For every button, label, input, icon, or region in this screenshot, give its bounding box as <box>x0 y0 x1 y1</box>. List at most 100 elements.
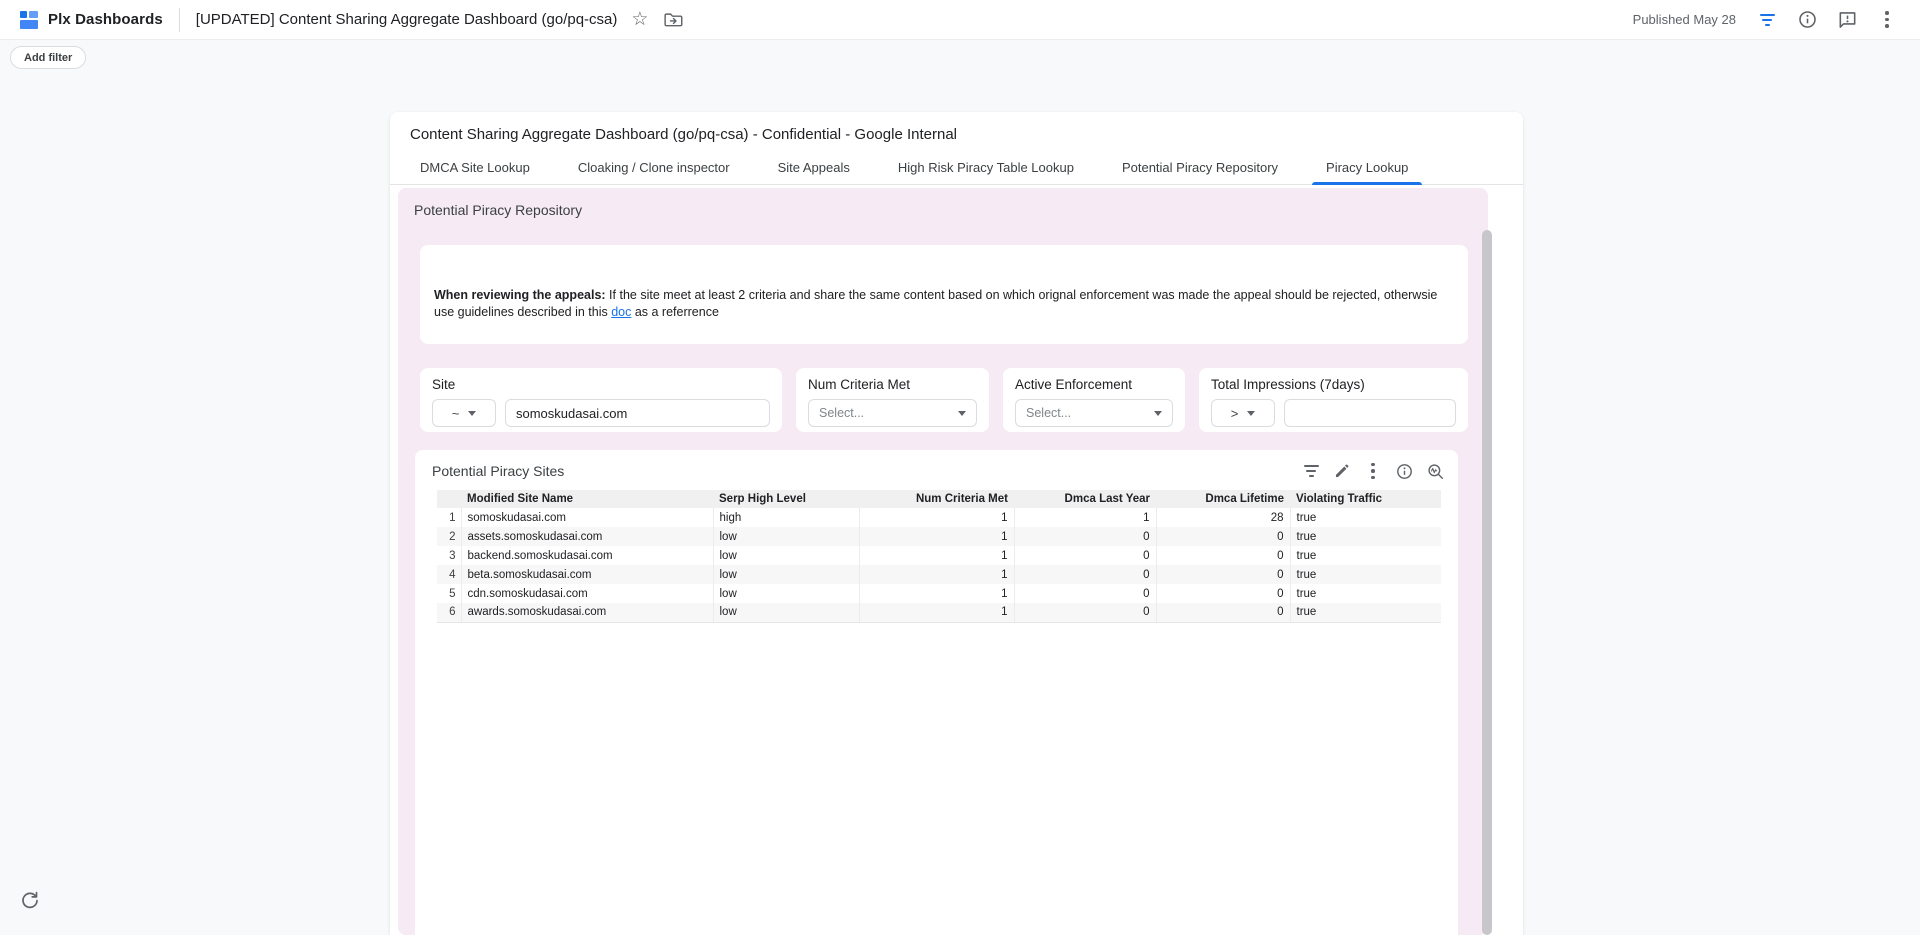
cell-violating-traffic: true <box>1290 565 1441 584</box>
cell-dmca-last-year: 0 <box>1014 546 1156 565</box>
num-criteria-filter-label: Num Criteria Met <box>808 377 977 392</box>
cell-site: awards.somoskudasai.com <box>461 603 713 622</box>
panel-scrollbar[interactable] <box>1482 230 1492 935</box>
site-operator-value: ~ <box>452 406 460 421</box>
row-number: 5 <box>437 584 461 603</box>
num-criteria-select[interactable]: Select... <box>808 399 977 427</box>
move-to-folder-icon[interactable] <box>660 7 686 33</box>
active-enforcement-select[interactable]: Select... <box>1015 399 1173 427</box>
cell-site: somoskudasai.com <box>461 508 713 527</box>
table-row: 3 backend.somoskudasai.com low 1 0 0 tru… <box>437 546 1441 565</box>
add-filter-button[interactable]: Add filter <box>10 46 86 69</box>
cell-dmca-last-year: 0 <box>1014 603 1156 622</box>
cell-dmca-lifetime: 0 <box>1156 603 1290 622</box>
cell-site: cdn.somoskudasai.com <box>461 584 713 603</box>
filter-card-num-criteria: Num Criteria Met Select... <box>796 368 989 432</box>
cell-dmca-lifetime: 0 <box>1156 565 1290 584</box>
table-more-options-icon[interactable] <box>1364 462 1382 480</box>
chevron-down-icon <box>1247 411 1255 416</box>
doc-link[interactable]: doc <box>611 305 631 319</box>
tab-site-appeals[interactable]: Site Appeals <box>754 153 874 184</box>
edit-icon[interactable] <box>1333 462 1351 480</box>
row-number: 4 <box>437 565 461 584</box>
site-operator-select[interactable]: ~ <box>432 399 496 427</box>
tab-potential-piracy-repository[interactable]: Potential Piracy Repository <box>1098 153 1302 184</box>
feedback-icon[interactable] <box>1834 7 1860 33</box>
table-title: Potential Piracy Sites <box>432 463 1302 479</box>
col-num-criteria-met: Num Criteria Met <box>859 490 1014 508</box>
table-row: 2 assets.somoskudasai.com low 1 0 0 true <box>437 527 1441 546</box>
plx-logo-icon <box>20 11 38 29</box>
cell-dmca-last-year: 1 <box>1014 508 1156 527</box>
site-filter-input[interactable] <box>505 399 770 427</box>
info-icon[interactable] <box>1794 7 1820 33</box>
tab-cloaking-clone-inspector[interactable]: Cloaking / Clone inspector <box>554 153 754 184</box>
table-header-row: Modified Site Name Serp High Level Num C… <box>437 490 1441 508</box>
total-impressions-input[interactable] <box>1284 399 1456 427</box>
cell-criteria: 1 <box>859 565 1014 584</box>
col-dmca-last-year: Dmca Last Year <box>1014 490 1156 508</box>
table-filter-icon[interactable] <box>1302 462 1320 480</box>
active-enforcement-filter-label: Active Enforcement <box>1015 377 1173 392</box>
tab-dmca-site-lookup[interactable]: DMCA Site Lookup <box>396 153 554 184</box>
more-options-icon[interactable] <box>1874 7 1900 33</box>
cell-serp: low <box>713 527 859 546</box>
table-row: 5 cdn.somoskudasai.com low 1 0 0 true <box>437 584 1441 603</box>
table-info-icon[interactable] <box>1395 462 1413 480</box>
filter-row: Site ~ Num Criteria Met Select... <box>420 368 1468 432</box>
table-row: 1 somoskudasai.com high 1 1 28 true <box>437 508 1441 527</box>
divider <box>179 8 180 32</box>
cell-criteria: 1 <box>859 603 1014 622</box>
cell-violating-traffic: true <box>1290 527 1441 546</box>
col-violating-traffic: Violating Traffic <box>1290 490 1441 508</box>
potential-piracy-sites-card: Potential Piracy Sites <box>415 450 1458 935</box>
note-bold-text: When reviewing the appeals: <box>434 288 606 302</box>
published-status: Published May 28 <box>1633 12 1736 27</box>
table-row: 4 beta.somoskudasai.com low 1 0 0 true <box>437 565 1441 584</box>
num-criteria-placeholder: Select... <box>819 406 864 420</box>
cell-site: beta.somoskudasai.com <box>461 565 713 584</box>
dashboard-card: Content Sharing Aggregate Dashboard (go/… <box>390 112 1523 935</box>
col-modified-site-name: Modified Site Name <box>461 490 713 508</box>
star-icon[interactable]: ☆ <box>631 10 648 29</box>
row-number: 3 <box>437 546 461 565</box>
chevron-down-icon <box>958 411 966 416</box>
refresh-icon[interactable] <box>20 890 42 912</box>
active-enforcement-placeholder: Select... <box>1026 406 1071 420</box>
filter-card-total-impressions: Total Impressions (7days) > <box>1199 368 1468 432</box>
chevron-down-icon <box>1154 411 1162 416</box>
chevron-down-icon <box>468 411 476 416</box>
col-serp-high-level: Serp High Level <box>713 490 859 508</box>
tab-high-risk-piracy-table-lookup[interactable]: High Risk Piracy Table Lookup <box>874 153 1098 184</box>
cell-dmca-last-year: 0 <box>1014 565 1156 584</box>
table-toolbar <box>1302 462 1444 480</box>
piracy-repository-panel: Potential Piracy Repository When reviewi… <box>398 188 1488 935</box>
tab-piracy-lookup[interactable]: Piracy Lookup <box>1302 153 1432 184</box>
cell-criteria: 1 <box>859 584 1014 603</box>
page: Plx Dashboards [UPDATED] Content Sharing… <box>0 0 1920 935</box>
row-number: 2 <box>437 527 461 546</box>
row-number: 1 <box>437 508 461 527</box>
cell-dmca-lifetime: 0 <box>1156 546 1290 565</box>
cell-dmca-lifetime: 28 <box>1156 508 1290 527</box>
cell-serp: low <box>713 546 859 565</box>
cell-dmca-lifetime: 0 <box>1156 527 1290 546</box>
cell-criteria: 1 <box>859 546 1014 565</box>
cell-serp: low <box>713 565 859 584</box>
total-impressions-operator-select[interactable]: > <box>1211 399 1275 427</box>
top-bar: Plx Dashboards [UPDATED] Content Sharing… <box>0 0 1920 40</box>
total-impressions-filter-label: Total Impressions (7days) <box>1211 377 1456 392</box>
topbar-actions: Published May 28 <box>1633 7 1900 33</box>
cell-dmca-last-year: 0 <box>1014 584 1156 603</box>
cell-serp: low <box>713 584 859 603</box>
panel-title: Potential Piracy Repository <box>398 188 1488 218</box>
row-number-header <box>437 490 461 508</box>
note-text: When reviewing the appeals: If the site … <box>434 287 1452 321</box>
cell-dmca-last-year: 0 <box>1014 527 1156 546</box>
filter-card-active-enforcement: Active Enforcement Select... <box>1003 368 1185 432</box>
explore-query-icon[interactable] <box>1426 462 1444 480</box>
tab-bar: DMCA Site Lookup Cloaking / Clone inspec… <box>390 153 1523 185</box>
table-row: 6 awards.somoskudasai.com low 1 0 0 true <box>437 603 1441 622</box>
dashboard-filter-icon[interactable] <box>1754 7 1780 33</box>
app-name: Plx Dashboards <box>48 11 163 28</box>
